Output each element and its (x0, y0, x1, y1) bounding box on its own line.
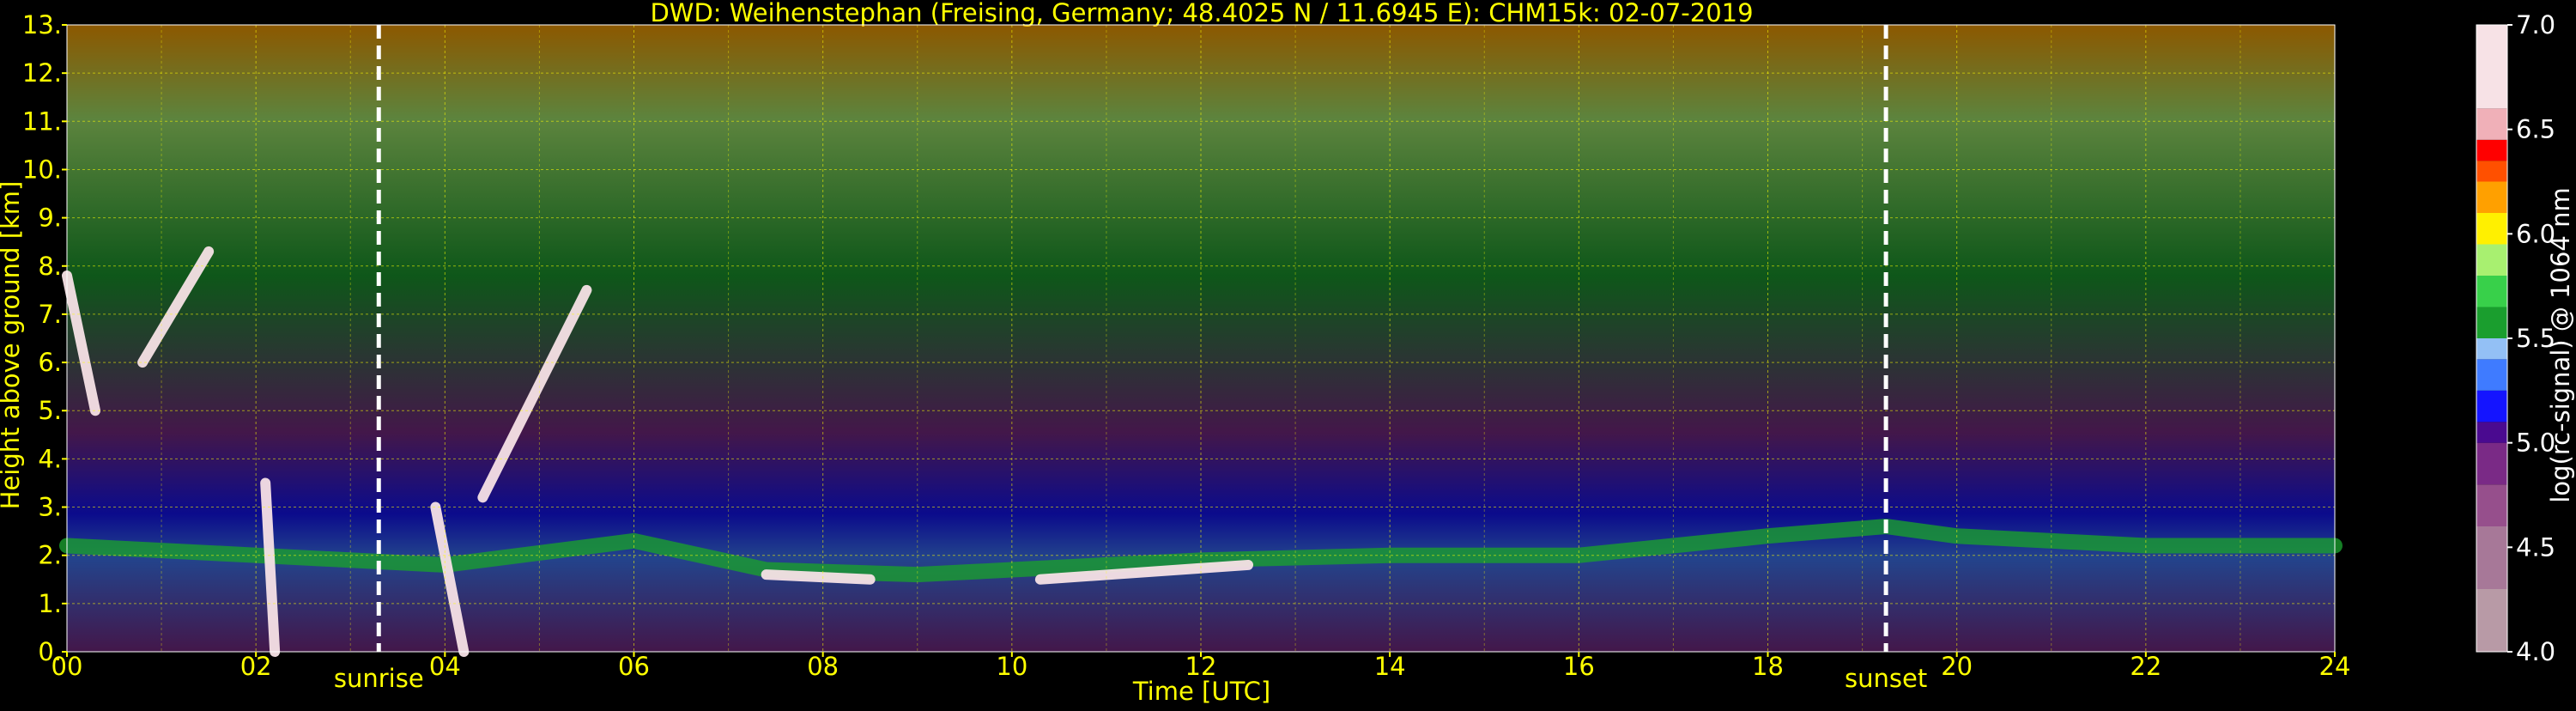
x-tick-label: 10 (996, 652, 1027, 681)
x-tick-label: 22 (2130, 652, 2161, 681)
colorbar-swatch (2476, 422, 2507, 443)
y-tick-label: 8. (38, 252, 62, 281)
colorbar-swatch (2476, 25, 2507, 109)
x-tick-label: 24 (2319, 652, 2351, 681)
x-tick-label: 04 (429, 652, 461, 681)
sunset-label: sunset (1845, 664, 1927, 693)
y-tick-label: 11. (22, 106, 62, 136)
y-axis-label: Height above ground [km] (0, 181, 25, 510)
colorbar-swatch (2476, 589, 2507, 652)
y-tick-label: 6. (38, 348, 62, 377)
x-tick-label: 06 (618, 652, 650, 681)
colorbar-tick-label: 6.5 (2516, 115, 2555, 144)
colorbar-swatch (2476, 338, 2507, 360)
x-tick-label: 14 (1374, 652, 1406, 681)
y-tick-label: 2. (38, 541, 62, 570)
y-tick-label: 12. (22, 58, 62, 88)
x-tick-label: 18 (1752, 652, 1784, 681)
sunrise-label: sunrise (334, 664, 424, 693)
x-tick-label: 16 (1563, 652, 1595, 681)
colorbar-tick-label: 4.0 (2516, 637, 2555, 666)
colorbar-swatch (2476, 526, 2507, 589)
colorbar-swatch (2476, 307, 2507, 338)
colorbar-tick-label: 4.5 (2516, 532, 2555, 562)
colorbar-swatch (2476, 484, 2507, 526)
y-tick-label: 3. (38, 493, 62, 522)
colorbar-label: log(rc-signal) @ 1064 nm (2546, 187, 2575, 502)
y-tick-label: 1. (38, 589, 62, 618)
colorbar-tick-label: 7.0 (2516, 10, 2555, 40)
chart-svg: DWD: Weihenstephan (Freising, Germany; 4… (0, 0, 2576, 708)
x-tick-label: 08 (807, 652, 839, 681)
y-tick-label: 5. (38, 396, 62, 425)
x-tick-label: 20 (1941, 652, 1973, 681)
x-axis-label: Time [UTC] (1132, 677, 1270, 706)
y-tick-label: 4. (38, 444, 62, 473)
x-tick-label: 02 (240, 652, 272, 681)
colorbar-swatch (2476, 359, 2507, 391)
y-tick-label: 0. (38, 637, 62, 666)
colorbar-swatch (2476, 442, 2507, 485)
colorbar-swatch (2476, 390, 2507, 422)
y-tick-label: 10. (22, 155, 62, 184)
colorbar-swatch (2476, 139, 2507, 161)
colorbar-swatch (2476, 213, 2507, 245)
y-tick-label: 9. (38, 204, 62, 233)
y-tick-label: 13. (22, 10, 62, 40)
colorbar-swatch (2476, 181, 2507, 213)
colorbar-swatch (2476, 276, 2507, 307)
chart-title: DWD: Weihenstephan (Freising, Germany; 4… (650, 0, 1753, 27)
colorbar-swatch (2476, 161, 2507, 182)
colorbar-swatch (2476, 108, 2507, 140)
colorbar-swatch (2476, 244, 2507, 276)
y-tick-label: 7. (38, 300, 62, 329)
cloud-base-1 (761, 569, 876, 585)
ceilometer-chart: DWD: Weihenstephan (Freising, Germany; 4… (0, 0, 2576, 708)
